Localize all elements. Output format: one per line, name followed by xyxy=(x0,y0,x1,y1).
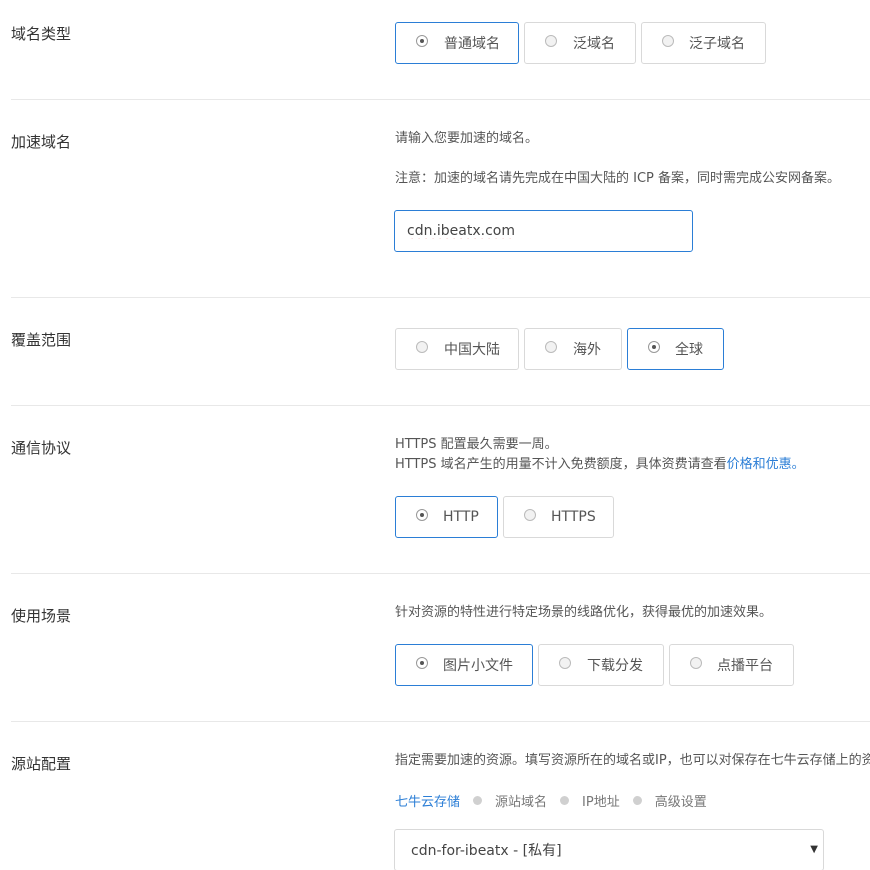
protocol-radio-group: HTTP HTTPS xyxy=(395,496,614,538)
radio-label: 图片小文件 xyxy=(443,658,513,674)
radio-selected-icon xyxy=(416,657,428,669)
coverage-option-global[interactable]: 全球 xyxy=(627,328,724,370)
accel-domain-notice: 注意：加速的域名请先完成在中国大陆的 ICP 备案，同时需完成公安网备案。 xyxy=(395,171,841,186)
origin-desc: 指定需要加速的资源。填写资源所在的域名或IP，也可以对保存在七牛云存储上的资源进… xyxy=(395,753,870,768)
radio-label: 点播平台 xyxy=(717,658,773,674)
domain-type-label: 域名类型 xyxy=(11,25,72,43)
radio-label: 泛子域名 xyxy=(689,36,745,52)
section-divider xyxy=(11,721,870,722)
domain-type-option-normal[interactable]: 普通域名 xyxy=(395,22,519,64)
protocol-desc-line2: HTTPS 域名产生的用量不计入免费额度，具体资费请查看价格和优惠。 xyxy=(395,455,805,475)
radio-label: 海外 xyxy=(573,342,601,358)
radio-selected-icon xyxy=(648,341,660,353)
radio-unselected-icon xyxy=(545,35,557,47)
scenario-option-vod[interactable]: 点播平台 xyxy=(669,644,794,686)
coverage-radio-group: 中国大陆 海外 全球 xyxy=(395,328,724,370)
radio-unselected-icon xyxy=(416,341,428,353)
domain-type-option-wildcard[interactable]: 泛域名 xyxy=(524,22,636,64)
section-divider xyxy=(11,99,870,100)
radio-unselected-icon xyxy=(690,657,702,669)
protocol-option-http[interactable]: HTTP xyxy=(395,496,498,538)
protocol-desc-suffix: 。 xyxy=(791,457,805,472)
radio-label: 普通域名 xyxy=(444,36,500,52)
scenario-label: 使用场景 xyxy=(11,607,72,625)
radio-label: 下载分发 xyxy=(587,658,643,674)
radio-unselected-icon xyxy=(545,341,557,353)
accel-domain-input[interactable] xyxy=(394,210,693,252)
domain-type-option-wildcard-sub[interactable]: 泛子域名 xyxy=(641,22,766,64)
select-value: cdn-for-ibeatx - [私有] xyxy=(411,843,562,859)
radio-label: 全球 xyxy=(675,342,703,358)
radio-label: 泛域名 xyxy=(573,36,615,52)
section-divider xyxy=(11,405,870,406)
scenario-desc: 针对资源的特性进行特定场景的线路优化，获得最优的加速效果。 xyxy=(395,605,773,620)
section-divider xyxy=(11,573,870,574)
protocol-label: 通信协议 xyxy=(11,439,72,457)
origin-tab-qiniu[interactable]: 七牛云存储 xyxy=(395,791,460,810)
domain-type-radio-group: 普通域名 泛域名 泛子域名 xyxy=(395,22,766,64)
radio-label: HTTPS xyxy=(551,509,596,525)
scenario-radio-group: 图片小文件 下载分发 点播平台 xyxy=(395,644,794,686)
origin-tab-domain[interactable]: 源站域名 xyxy=(495,791,547,810)
origin-source-tabs: 七牛云存储 源站域名 IP地址 高级设置 xyxy=(395,791,707,810)
pricing-link[interactable]: 价格和优惠 xyxy=(727,457,792,472)
coverage-option-mainland[interactable]: 中国大陆 xyxy=(395,328,519,370)
radio-unselected-icon xyxy=(662,35,674,47)
section-divider xyxy=(11,297,870,298)
coverage-option-overseas[interactable]: 海外 xyxy=(524,328,622,370)
tab-separator-dot-icon xyxy=(632,796,642,805)
radio-selected-icon xyxy=(416,509,428,521)
protocol-desc-line1: HTTPS 配置最久需要一周。 xyxy=(395,437,558,452)
radio-unselected-icon xyxy=(524,509,536,521)
tab-separator-dot-icon xyxy=(560,796,570,805)
origin-tab-advanced[interactable]: 高级设置 xyxy=(655,791,707,810)
origin-tab-ip[interactable]: IP地址 xyxy=(582,791,620,810)
accel-domain-label: 加速域名 xyxy=(11,133,72,151)
accel-domain-hint: 请输入您要加速的域名。 xyxy=(395,131,539,146)
caret-down-icon: ▼ xyxy=(810,844,818,855)
radio-label: HTTP xyxy=(443,509,479,525)
radio-unselected-icon xyxy=(559,657,571,669)
coverage-label: 覆盖范围 xyxy=(11,331,72,349)
protocol-option-https[interactable]: HTTPS xyxy=(503,496,614,538)
scenario-option-images[interactable]: 图片小文件 xyxy=(395,644,533,686)
origin-bucket-select[interactable]: cdn-for-ibeatx - [私有] ▼ xyxy=(394,829,824,870)
tab-separator-dot-icon xyxy=(473,796,483,805)
protocol-desc-text: HTTPS 域名产生的用量不计入免费额度，具体资费请查看 xyxy=(395,457,727,472)
scenario-option-download[interactable]: 下载分发 xyxy=(538,644,664,686)
radio-label: 中国大陆 xyxy=(444,342,500,358)
origin-label: 源站配置 xyxy=(11,755,72,773)
radio-selected-icon xyxy=(416,35,428,47)
